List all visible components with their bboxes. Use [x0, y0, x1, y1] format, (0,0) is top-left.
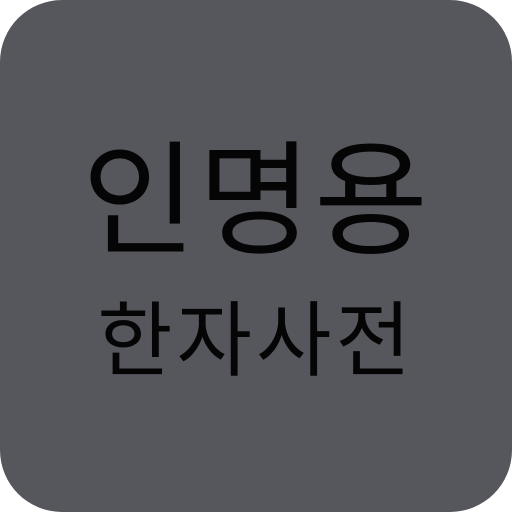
app-icon-title-primary: 인명용 — [81, 130, 431, 274]
app-icon-title-secondary: 한자사전 — [97, 294, 415, 389]
app-icon-tile[interactable]: 인명용 한자사전 — [0, 0, 512, 512]
